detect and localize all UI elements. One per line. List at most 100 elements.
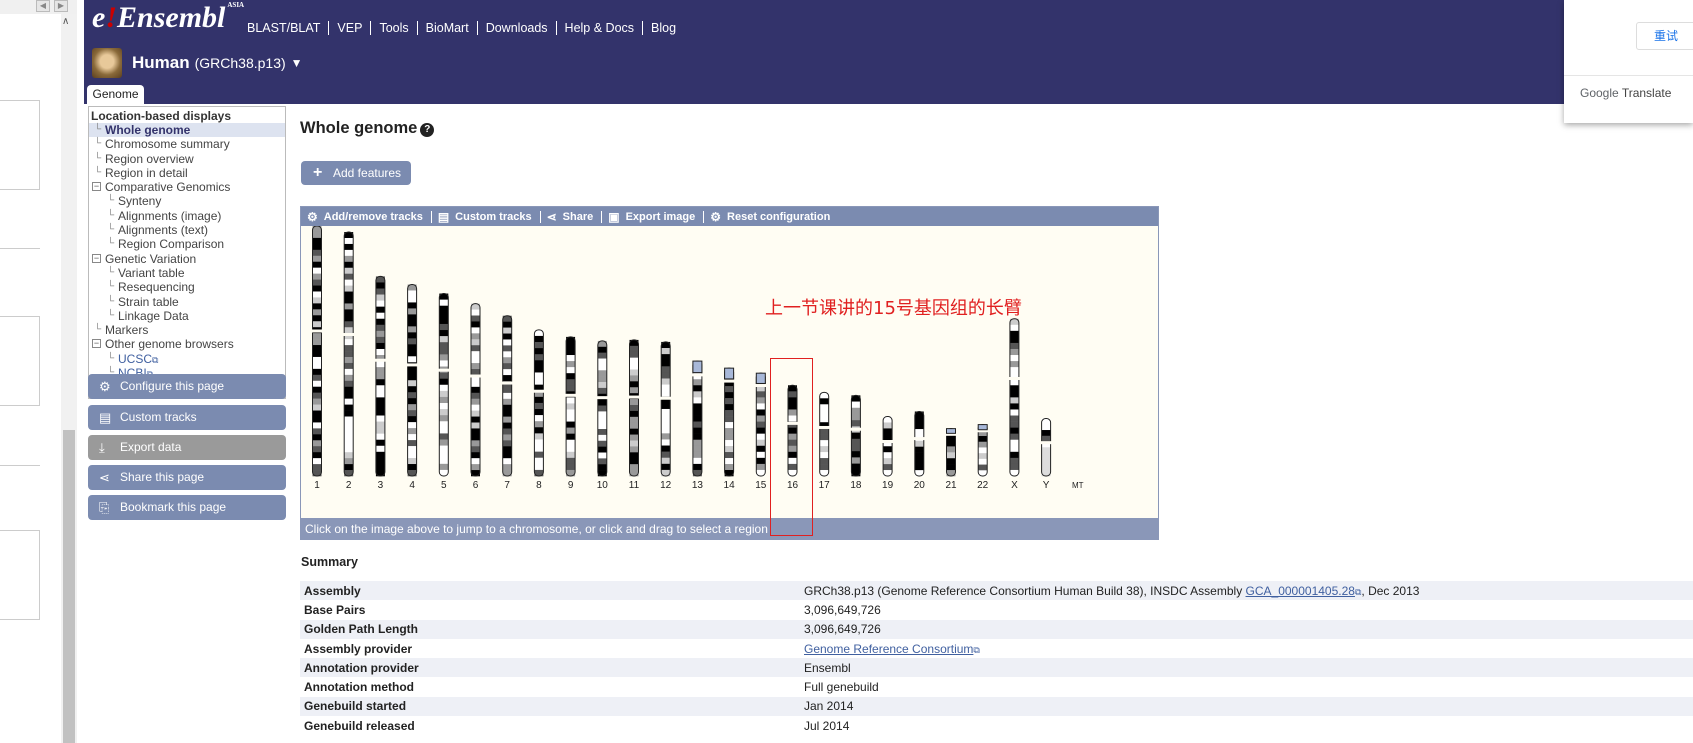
left-nav-item[interactable]: └ Strain table [89, 295, 285, 309]
summary-link[interactable]: Genome Reference Consortium [804, 642, 973, 656]
chromosome-17[interactable]: 17 [819, 391, 831, 491]
chromosome-band [661, 415, 671, 422]
toolbar-reset-configuration[interactable]: ⚙ Reset configuration [704, 211, 838, 223]
left-nav-item[interactable]: − Comparative Genomics [89, 180, 285, 194]
chromosome-band [312, 368, 322, 376]
left-nav-item[interactable]: └ Alignments (image) [89, 209, 285, 223]
toolbar-add-remove-tracks[interactable]: ⚙ Add/remove tracks [301, 210, 432, 223]
ensembl-logo[interactable]: e!Ensembl ASIA [92, 1, 244, 35]
chromosome-band [1009, 433, 1019, 441]
chromosome-band [756, 433, 766, 441]
left-nav-item[interactable]: └ Alignments (text) [89, 223, 285, 237]
nav-vep[interactable]: VEP [329, 21, 372, 35]
left-nav-item[interactable]: └ Synteny [89, 194, 285, 208]
chromosome-11[interactable]: 11 [628, 339, 640, 491]
summary-value: Full genebuild [800, 677, 1693, 696]
nav-blast[interactable]: BLAST/BLAT [247, 21, 330, 35]
nav-biomart[interactable]: BioMart [418, 21, 478, 35]
chromosome-19[interactable]: 19 [882, 416, 894, 491]
chromosome-22[interactable]: 22 [977, 424, 989, 491]
chromosome-band [407, 416, 417, 423]
left-nav-item-label: Linkage Data [118, 308, 189, 323]
chromosome-15[interactable]: 15 [755, 372, 767, 491]
export-data-button[interactable]: ⤓ Export data [88, 435, 286, 460]
left-nav-item[interactable]: └ Markers [89, 323, 285, 337]
chromosome-X[interactable]: X [1008, 318, 1020, 491]
chromosome-21[interactable]: 21 [945, 428, 957, 491]
chromosome-band [1009, 355, 1019, 362]
centromere [501, 381, 513, 385]
chromosome-band [566, 445, 576, 453]
bookmark-this-page-button[interactable]: ⎘ Bookmark this page [88, 495, 286, 520]
configure-this-page-button[interactable]: ⚙ Configure this page [88, 374, 286, 399]
chromosome-band [407, 452, 417, 459]
summary-link[interactable]: GCA_000001405.28 [1246, 584, 1355, 598]
chromosome-7[interactable]: 7 [501, 315, 513, 491]
left-nav-item[interactable]: └ Region in detail [89, 166, 285, 180]
chromosome-14[interactable]: 14 [724, 367, 736, 491]
chromosome-20[interactable]: 20 [913, 410, 926, 491]
toolbar-custom-tracks[interactable]: ▤ Custom tracks [432, 210, 541, 223]
chromosome-1[interactable]: 1 [311, 226, 323, 491]
chromosome-band [344, 422, 354, 429]
chromosome-band [502, 369, 512, 376]
chromosome-band [724, 410, 734, 417]
share-this-page-button[interactable]: ⋖ Share this page [88, 465, 286, 490]
toolbar-export-image[interactable]: ▣ Export image [602, 210, 705, 223]
retry-button[interactable]: 重试 [1636, 22, 1693, 50]
chromosome-9[interactable]: 9 [565, 336, 577, 491]
nav-blog[interactable]: Blog [643, 21, 684, 35]
left-nav-item[interactable]: └ Linkage Data [89, 309, 285, 323]
left-nav-item[interactable]: └ Resequencing [89, 280, 285, 294]
left-nav-item[interactable]: └ Variant table [89, 266, 285, 280]
collapse-icon[interactable]: − [92, 182, 101, 192]
scroll-right-icon[interactable]: ▶ [54, 0, 68, 12]
left-nav-item[interactable]: └ Whole genome [89, 123, 285, 138]
chromosome-Y[interactable]: Y [1040, 418, 1052, 491]
karyotype-image[interactable]: 1 2 3 4 5 6 7 8 9 10 11 12 13 14 15 16 17 18 19 20 21 22 X Y MT [301, 226, 1158, 518]
chromosome-band [471, 422, 480, 429]
chromosome-band [1009, 457, 1019, 465]
chromosome-12[interactable]: 12 [660, 341, 672, 491]
chromosome-band [312, 434, 322, 441]
scroll-up-icon[interactable]: ∧ [62, 16, 69, 27]
help-icon[interactable]: ? [420, 123, 435, 137]
collapse-icon[interactable]: − [92, 253, 101, 263]
chromosome-label: Y [1043, 480, 1050, 491]
chromosome-13[interactable]: 13 [692, 360, 704, 491]
centromere [913, 437, 925, 441]
chromosome-band [471, 428, 480, 435]
left-nav-item[interactable]: └ UCSC⧉ [89, 352, 285, 366]
tree-branch-icon: └ [107, 295, 115, 307]
chromosome-band [375, 324, 385, 332]
chromosome-label: 5 [441, 480, 447, 491]
chromosome-18[interactable]: 18 [850, 394, 862, 491]
collapse-icon[interactable]: − [92, 339, 101, 349]
chromosome-8[interactable]: 8 [533, 329, 545, 491]
custom-tracks-button[interactable]: ▤ Custom tracks [88, 405, 286, 430]
chromosome-band [344, 309, 354, 316]
nav-downloads[interactable]: Downloads [478, 21, 557, 35]
add-features-button[interactable]: + Add features [301, 161, 411, 185]
nav-tools[interactable]: Tools [371, 21, 418, 35]
nav-help-docs[interactable]: Help & Docs [557, 21, 644, 35]
toolbar-share[interactable]: ⋖ Share [541, 210, 603, 223]
chromosome-MT[interactable]: MT [1072, 481, 1084, 490]
chromosome-4[interactable]: 4 [406, 283, 418, 491]
chevron-down-icon[interactable]: ▼ [291, 56, 303, 70]
species-selector[interactable]: Human (GRCh38.p13) ▼ [92, 48, 303, 78]
chromosome-10[interactable]: 10 [597, 340, 609, 491]
chromosome-band [502, 434, 512, 441]
scroll-left-icon[interactable]: ◀ [36, 0, 50, 12]
chromosome-6[interactable]: 6 [470, 303, 481, 491]
tab-genome[interactable]: Genome [87, 85, 144, 104]
left-nav-item[interactable]: − Genetic Variation [89, 252, 285, 266]
left-nav-item[interactable]: └ Region overview [89, 152, 285, 166]
left-nav-item[interactable]: └ Chromosome summary [89, 137, 285, 151]
chromosome-2[interactable]: 2 [343, 231, 355, 491]
left-frame-scroll-thumb[interactable] [63, 430, 75, 743]
left-nav-item[interactable]: − Other genome browsers [89, 337, 285, 351]
left-nav-item[interactable]: └ Region Comparison [89, 237, 285, 251]
chromosome-3[interactable]: 3 [374, 275, 386, 491]
chromosome-5[interactable]: 5 [438, 293, 450, 491]
